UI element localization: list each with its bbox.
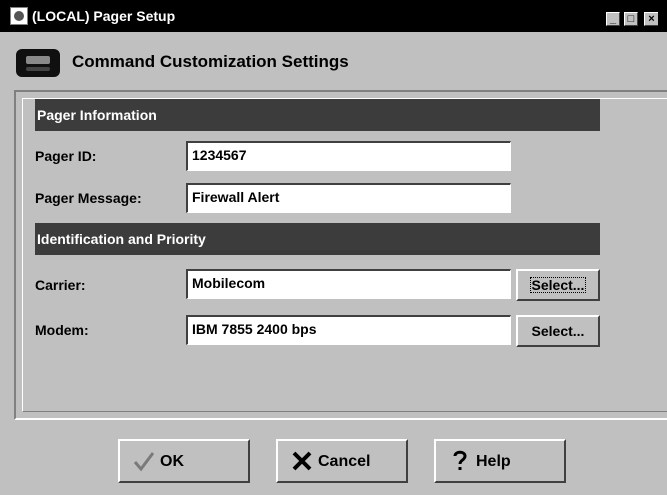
modem-label: Modem:	[35, 322, 89, 338]
window-title-bar[interactable]: (LOCAL) Pager Setup _ □ ×	[0, 0, 667, 32]
modem-select-label: Select...	[531, 323, 585, 339]
section-title: Identification and Priority	[37, 231, 206, 247]
pager-icon	[16, 49, 60, 77]
dialog-header: Command Customization Settings	[0, 33, 667, 90]
app-icon[interactable]	[10, 7, 28, 25]
window-title: (LOCAL) Pager Setup	[32, 8, 176, 24]
maximize-button[interactable]: □	[624, 12, 638, 26]
modem-input[interactable]: IBM 7855 2400 bps	[186, 315, 511, 345]
close-icon: ×	[648, 13, 655, 25]
pager-id-input[interactable]: 1234567	[186, 141, 511, 171]
ok-label: OK	[160, 453, 184, 470]
carrier-select-button[interactable]: Select...	[516, 269, 600, 301]
help-button[interactable]: Help	[434, 439, 566, 483]
header-title: Command Customization Settings	[72, 52, 349, 71]
ok-button[interactable]: OK	[118, 439, 250, 483]
carrier-input[interactable]: Mobilecom	[186, 269, 511, 299]
section-pager-information: Pager Information	[35, 99, 600, 131]
close-button[interactable]: ×	[644, 12, 658, 26]
cancel-label: Cancel	[318, 453, 371, 470]
modem-select-button[interactable]: Select...	[516, 315, 600, 347]
pager-id-label: Pager ID:	[35, 148, 97, 164]
pager-message-label: Pager Message:	[35, 190, 142, 206]
cancel-x-icon	[292, 451, 312, 471]
settings-panel	[14, 90, 667, 420]
minimize-button[interactable]: _	[606, 12, 620, 26]
help-question-icon	[453, 450, 467, 470]
dialog-footer: OK Cancel Help	[0, 421, 667, 495]
maximize-icon: □	[627, 13, 635, 25]
section-title: Pager Information	[37, 107, 157, 123]
help-label: Help	[476, 453, 511, 470]
carrier-select-label: Select...	[529, 277, 587, 293]
cancel-button[interactable]: Cancel	[276, 439, 408, 483]
carrier-label: Carrier:	[35, 277, 86, 293]
minimize-icon: _	[609, 13, 617, 25]
section-identification-priority: Identification and Priority	[35, 223, 600, 255]
checkmark-icon	[133, 452, 155, 472]
pager-message-input[interactable]: Firewall Alert	[186, 183, 511, 213]
